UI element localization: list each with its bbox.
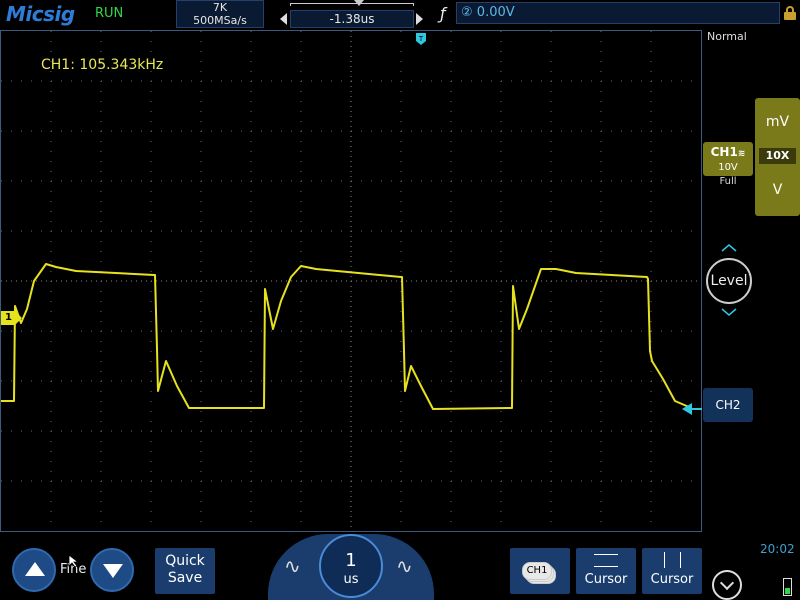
unit-mv-option[interactable]: mV: [755, 114, 800, 130]
probe-settings-panel[interactable]: mV 10X V: [755, 98, 800, 216]
level-knob[interactable]: Level: [706, 258, 752, 304]
ch1-scale: 10V: [718, 162, 738, 173]
timebase-offset-control[interactable]: -1.38us: [278, 0, 426, 28]
timebase-scale-value: 1: [345, 550, 357, 571]
waveform-position-bar: [290, 3, 414, 6]
quick-save-label-1: Quick: [165, 553, 205, 569]
dc-coupling-icon: ≋: [737, 149, 746, 159]
battery-icon: [783, 578, 792, 596]
vertical-cursor-label: Cursor: [650, 572, 694, 587]
rising-edge-icon[interactable]: ƒ: [440, 4, 446, 23]
chevron-up-icon[interactable]: [721, 244, 737, 252]
run-status[interactable]: RUN: [95, 6, 123, 21]
trigger-level-control[interactable]: Level: [704, 244, 754, 320]
channel-select-button[interactable]: CH1: [510, 548, 570, 594]
acquisition-box[interactable]: 7K 500MSa/s: [176, 0, 264, 28]
arrow-down-icon: [103, 564, 123, 578]
bottom-toolbar: Fine Quick Save ∿ ∿ 1 us CH1 Cursor Curs…: [0, 534, 800, 600]
offset-right-arrow-icon[interactable]: [416, 13, 423, 25]
ch1-marker-label: 1: [5, 312, 12, 323]
chevron-down-icon: [719, 575, 735, 591]
probe-ratio[interactable]: 10X: [759, 148, 796, 164]
trigger-source-icon: ②: [461, 5, 473, 20]
lock-icon[interactable]: [784, 6, 796, 20]
graticule-and-waveform: [1, 31, 701, 531]
channel-stack-label: CH1: [522, 562, 552, 580]
sine-wave-right-icon[interactable]: ∿: [396, 554, 413, 578]
scale-down-button[interactable]: [90, 548, 134, 592]
horizontal-cursor-button[interactable]: Cursor: [576, 548, 636, 594]
chevron-down-icon[interactable]: [721, 308, 737, 316]
clock: 20:02: [760, 542, 795, 556]
quick-save-button[interactable]: Quick Save: [155, 548, 215, 594]
unit-v-option[interactable]: V: [755, 182, 800, 198]
scale-up-button[interactable]: [12, 548, 56, 592]
trigger-position-marker: [354, 0, 364, 6]
timebase-scale-unit: us: [343, 572, 359, 587]
trigger-level-box[interactable]: ② 0.00V: [456, 2, 780, 24]
ch1-bandwidth: Full: [719, 176, 737, 187]
waveform-display[interactable]: CH1: 105.343kHz 1: [0, 30, 702, 532]
ch1-label: CH1: [710, 145, 738, 159]
mouse-pointer-icon: [68, 554, 80, 568]
sample-rate: 500MSa/s: [193, 14, 247, 27]
ch2-trigger-level-marker-icon[interactable]: [682, 400, 702, 415]
trigger-level-value: 0.00V: [476, 5, 515, 20]
ch1-button[interactable]: CH1≋ 10V: [703, 142, 753, 176]
svg-text:T: T: [418, 35, 424, 43]
sine-wave-left-icon[interactable]: ∿: [284, 554, 301, 578]
ch1-trace: [1, 263, 690, 410]
quick-save-label-2: Save: [167, 570, 203, 586]
ch2-button[interactable]: CH2: [703, 388, 753, 422]
frequency-readout: CH1: 105.343kHz: [41, 57, 164, 73]
top-status-bar: Micsig RUN 7K 500MSa/s -1.38us ƒ ② 0.00V: [0, 0, 800, 28]
vertical-cursor-button[interactable]: Cursor: [642, 548, 702, 594]
trigger-time-marker-icon[interactable]: T: [416, 30, 426, 45]
timebase-offset-value[interactable]: -1.38us: [290, 10, 414, 28]
trigger-mode[interactable]: Normal: [707, 30, 747, 43]
memory-depth: 7K: [212, 1, 228, 14]
offset-left-arrow-icon[interactable]: [280, 13, 287, 25]
horizontal-cursor-label: Cursor: [584, 572, 628, 587]
collapse-menu-button[interactable]: [712, 570, 742, 600]
brand-logo: Micsig: [6, 2, 75, 26]
timebase-knob[interactable]: 1 us: [319, 534, 383, 598]
ch1-offset-marker[interactable]: 1: [1, 311, 23, 325]
arrow-up-icon: [25, 562, 45, 576]
